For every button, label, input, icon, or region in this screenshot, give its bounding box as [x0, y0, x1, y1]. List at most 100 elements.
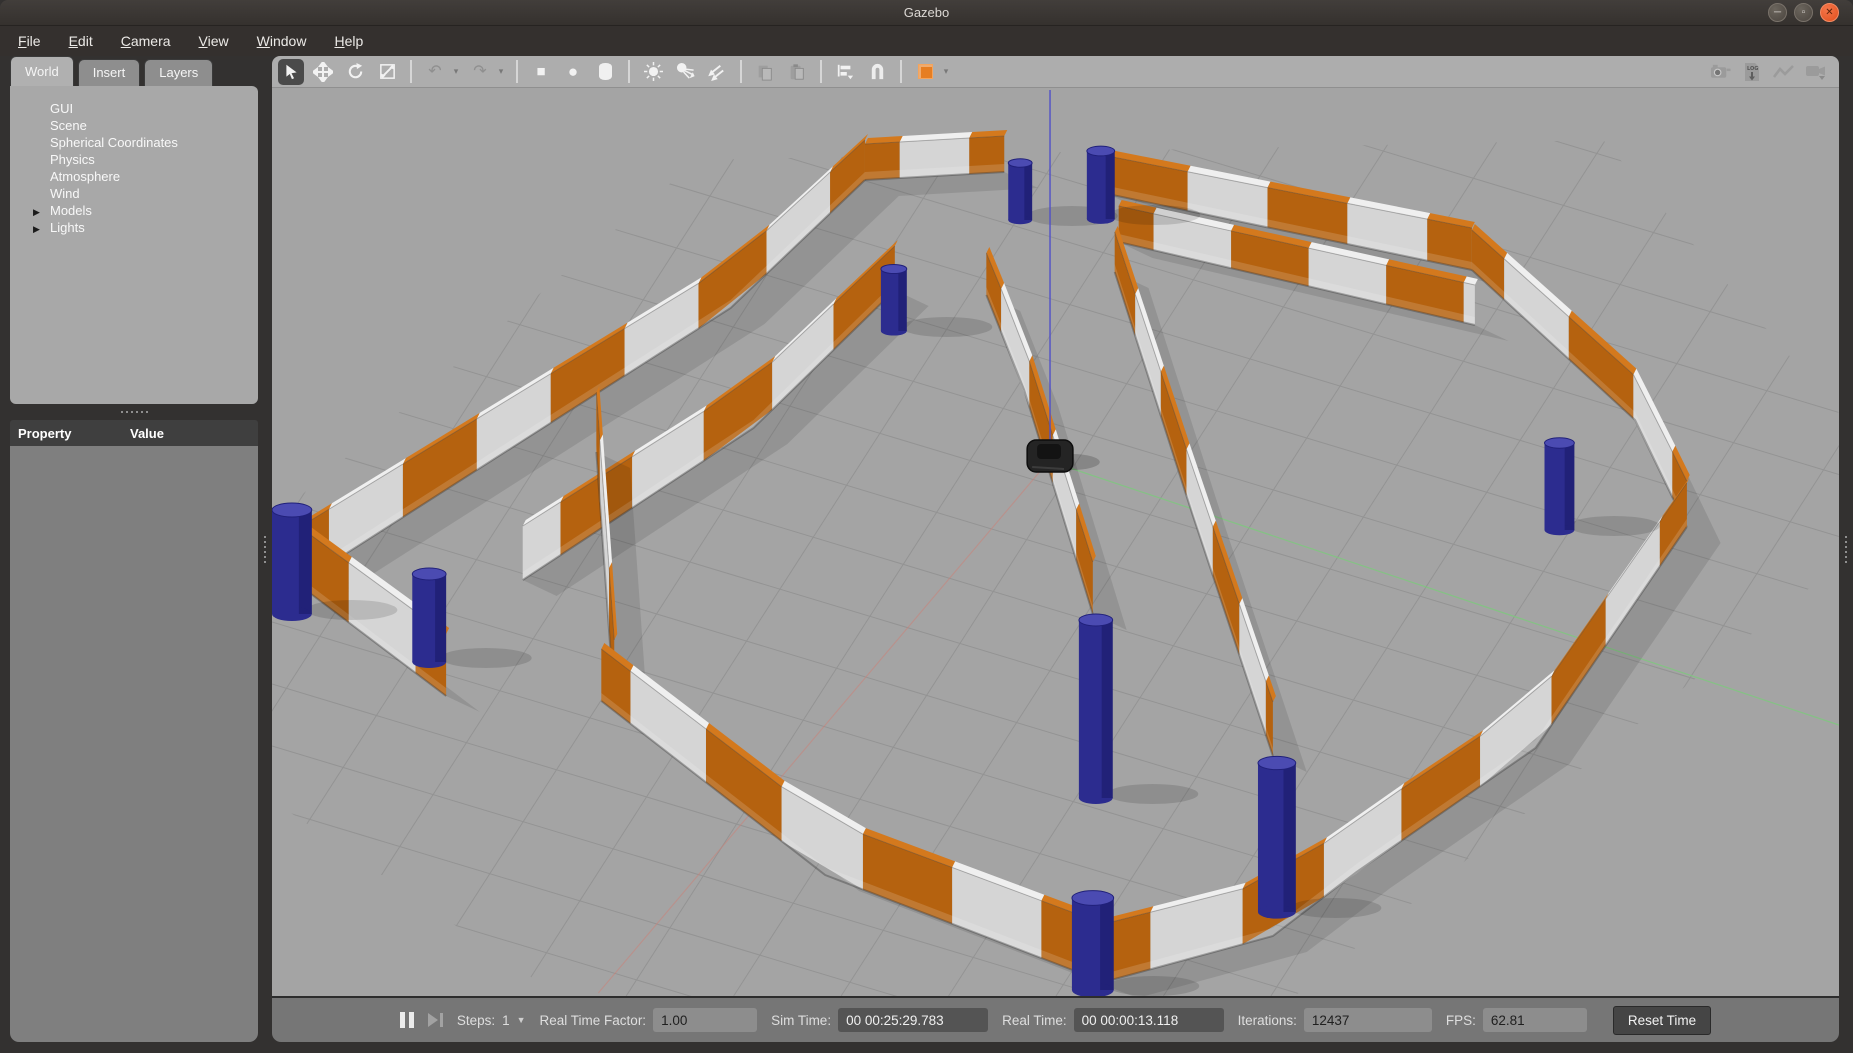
plot-button[interactable]	[1771, 59, 1797, 85]
toolbar-separator	[740, 60, 742, 83]
property-table-header: Property Value	[10, 420, 258, 446]
menu-view[interactable]: View	[185, 29, 243, 53]
copy-button[interactable]	[752, 59, 778, 85]
view-angle-caret[interactable]: ▾	[941, 66, 951, 77]
paste-button[interactable]	[784, 59, 810, 85]
property-table-body[interactable]	[10, 446, 258, 1042]
align-button[interactable]	[832, 59, 858, 85]
toolbar-separator	[900, 60, 902, 83]
spot-light-button[interactable]	[672, 59, 698, 85]
status-bar: Steps: 1 ▼ Real Time Factor: 1.00 Sim Ti…	[272, 996, 1839, 1042]
paste-icon	[788, 63, 806, 81]
iterations-field: 12437	[1304, 1008, 1432, 1032]
simulation-scene	[272, 88, 1839, 996]
menu-file[interactable]: File	[4, 29, 55, 53]
undo-button[interactable]: ↶	[422, 59, 448, 85]
reset-time-button[interactable]: Reset Time	[1613, 1006, 1711, 1035]
record-video-button[interactable]	[1803, 59, 1829, 85]
real-time-factor-field[interactable]: 1.00	[653, 1008, 757, 1032]
expand-arrow-icon[interactable]: ▶	[33, 221, 40, 238]
step-button[interactable]	[428, 1013, 443, 1027]
tab-layers[interactable]: Layers	[144, 59, 213, 86]
close-button[interactable]: ✕	[1820, 3, 1839, 22]
iterations-group: Iterations: 12437	[1238, 1008, 1432, 1032]
tree-item-wind[interactable]: Wind	[10, 185, 258, 202]
toolbar-separator	[516, 60, 518, 83]
real-time-group: Real Time: 00 00:00:13.118	[1002, 1008, 1224, 1032]
undo-icon: ↶	[428, 64, 441, 80]
tree-item-gui[interactable]: GUI	[10, 100, 258, 117]
toolbar-separator	[410, 60, 412, 83]
menu-camera[interactable]: Camera	[107, 29, 185, 53]
left-panel: World Insert Layers GUI Scene Spherical …	[10, 56, 258, 1042]
steps-value[interactable]: 1	[502, 1013, 510, 1028]
snap-button[interactable]	[864, 59, 890, 85]
fps-label: FPS:	[1446, 1013, 1476, 1028]
translate-tool-button[interactable]	[310, 59, 336, 85]
redo-button[interactable]: ↷	[467, 59, 493, 85]
tree-item-scene[interactable]: Scene	[10, 117, 258, 134]
point-light-button[interactable]	[640, 59, 666, 85]
directional-light-button[interactable]	[704, 59, 730, 85]
window-controls: ─ ▫ ✕	[1768, 3, 1839, 22]
spotlight-icon	[676, 62, 695, 81]
toolbar-separator	[628, 60, 630, 83]
cylinder-shape-button[interactable]	[592, 59, 618, 85]
rotate-icon	[346, 62, 365, 81]
3d-viewport[interactable]	[272, 88, 1839, 996]
scale-tool-button[interactable]	[374, 59, 400, 85]
align-icon	[836, 63, 854, 81]
rotate-tool-button[interactable]	[342, 59, 368, 85]
directional-light-icon	[708, 62, 727, 81]
steps-label: Steps:	[457, 1013, 495, 1028]
panel-tabs: World Insert Layers	[10, 56, 258, 86]
move-icon	[313, 62, 333, 82]
screenshot-button[interactable]	[1707, 59, 1733, 85]
undo-history-caret[interactable]: ▾	[451, 66, 461, 77]
tree-item-spherical-coordinates[interactable]: Spherical Coordinates	[10, 134, 258, 151]
tab-insert[interactable]: Insert	[78, 59, 141, 86]
toolbar-separator	[820, 60, 822, 83]
menu-edit[interactable]: Edit	[55, 29, 107, 53]
minimize-button[interactable]: ─	[1768, 3, 1787, 22]
steps-dropdown-caret[interactable]: ▼	[517, 1015, 526, 1025]
real-time-factor-group: Real Time Factor: 1.00	[540, 1008, 758, 1032]
line-chart-icon	[1773, 65, 1795, 79]
world-tree: GUI Scene Spherical Coordinates Physics …	[10, 86, 258, 404]
sphere-shape-button[interactable]: ●	[560, 59, 586, 85]
main-area: World Insert Layers GUI Scene Spherical …	[0, 56, 1853, 1053]
tree-item-models[interactable]: ▶Models	[10, 202, 258, 219]
redo-icon: ↷	[473, 64, 486, 80]
select-tool-button[interactable]	[278, 59, 304, 85]
window-title: Gazebo	[904, 5, 950, 20]
tree-item-atmosphere[interactable]: Atmosphere	[10, 168, 258, 185]
maximize-button[interactable]: ▫	[1794, 3, 1813, 22]
iterations-label: Iterations:	[1238, 1013, 1297, 1028]
viewport-toolbar: ↶ ▾ ↷ ▾ ■ ●	[272, 56, 1839, 88]
log-data-button[interactable]: LOG	[1739, 59, 1765, 85]
fps-field: 62.81	[1483, 1008, 1587, 1032]
horizontal-splitter-handle[interactable]	[10, 404, 258, 420]
redo-history-caret[interactable]: ▾	[496, 66, 506, 77]
right-splitter-handle[interactable]	[1839, 56, 1853, 1042]
camera-icon	[1710, 63, 1731, 81]
viewport-column: ↶ ▾ ↷ ▾ ■ ●	[272, 56, 1839, 1042]
menu-window[interactable]: Window	[243, 29, 321, 53]
magnet-icon	[868, 62, 887, 81]
view-angle-button[interactable]	[912, 59, 938, 85]
copy-icon	[756, 63, 774, 81]
vertical-splitter-handle[interactable]	[258, 56, 272, 1042]
gazebo-window: Gazebo ─ ▫ ✕ File Edit Camera View Windo…	[0, 0, 1853, 1053]
real-time-factor-label: Real Time Factor:	[540, 1013, 647, 1028]
box-shape-button[interactable]: ■	[528, 59, 554, 85]
tree-item-lights[interactable]: ▶Lights	[10, 219, 258, 236]
tree-item-physics[interactable]: Physics	[10, 151, 258, 168]
pause-button[interactable]	[400, 1012, 414, 1028]
cylinder-icon	[599, 63, 612, 80]
tab-world[interactable]: World	[10, 56, 74, 86]
title-bar[interactable]: Gazebo ─ ▫ ✕	[0, 0, 1853, 26]
menu-help[interactable]: Help	[320, 29, 377, 53]
sphere-icon: ●	[568, 63, 578, 80]
real-time-label: Real Time:	[1002, 1013, 1067, 1028]
scale-icon	[378, 62, 397, 81]
